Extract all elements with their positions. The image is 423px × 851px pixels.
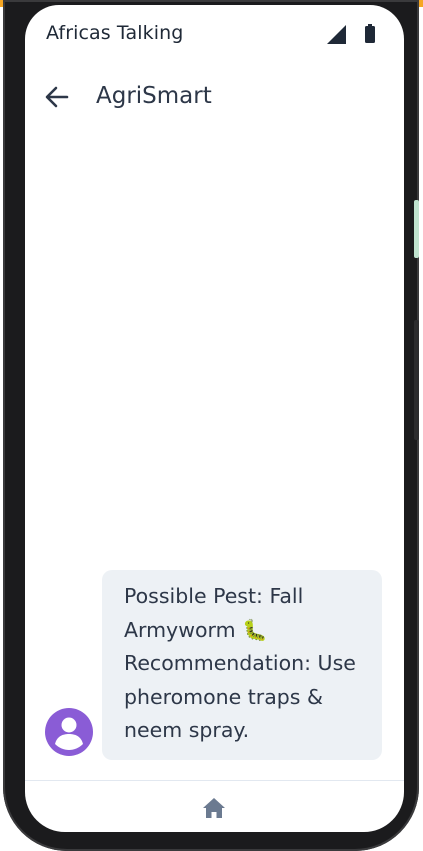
phone-frame: Africas Talking AgriSmart Possible Pest:… bbox=[3, 0, 419, 851]
app-bar: AgriSmart bbox=[25, 73, 404, 123]
message-line: Possible Pest: Fall bbox=[124, 584, 304, 608]
message-bubble: Possible Pest: Fall Armyworm 🐛 Recommend… bbox=[102, 570, 382, 760]
side-button-green bbox=[414, 200, 419, 258]
battery-icon bbox=[365, 24, 375, 43]
message-line: neem spray. bbox=[124, 718, 250, 742]
phone-screen: Africas Talking AgriSmart Possible Pest:… bbox=[25, 5, 404, 832]
cellular-signal-icon bbox=[327, 25, 346, 44]
page-title: AgriSmart bbox=[96, 83, 212, 109]
status-bar: Africas Talking bbox=[25, 5, 404, 61]
message-line: Recommendation: Use bbox=[124, 651, 356, 675]
side-button-power bbox=[414, 320, 419, 440]
home-icon[interactable] bbox=[202, 797, 226, 819]
account-circle-icon[interactable] bbox=[45, 708, 93, 756]
arrow-back-icon[interactable] bbox=[43, 83, 71, 111]
message-line: Armyworm 🐛 bbox=[124, 617, 268, 642]
carrier-name: Africas Talking bbox=[46, 22, 184, 44]
bottom-nav-divider bbox=[25, 780, 404, 781]
message-line: pheromone traps & bbox=[124, 684, 323, 709]
